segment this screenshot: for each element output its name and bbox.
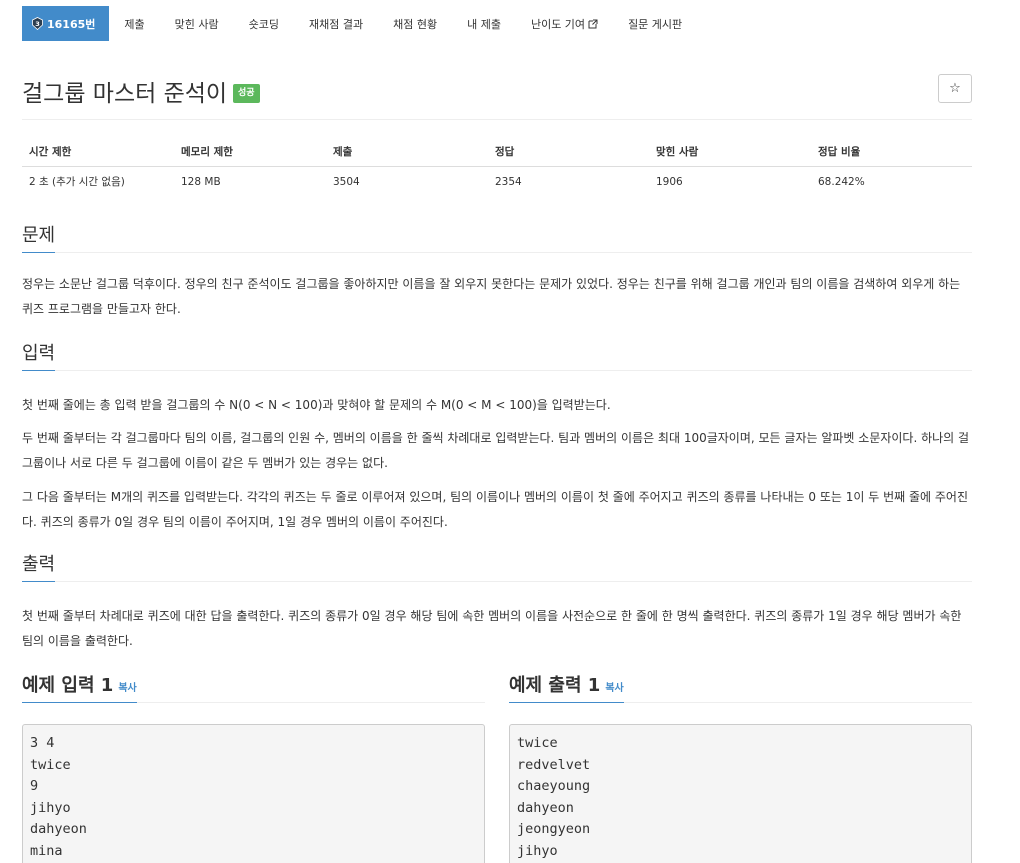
section-heading: 출력 <box>22 550 56 582</box>
cell-ratio: 68.242% <box>818 175 865 188</box>
code-line: jihyo <box>30 799 71 816</box>
cell-accepted: 2354 <box>495 175 522 188</box>
code-line: dahyeon <box>30 821 87 837</box>
sample-output-title: 예제 출력 1 <box>509 675 601 696</box>
copy-sample-input-button[interactable]: 복사 <box>118 683 136 694</box>
nav-item-submit[interactable]: 제출 <box>109 6 159 41</box>
problem-title-row: 걸그룹 마스터 준석이 성공 ☆ <box>22 72 972 120</box>
nav-item-label: 숏코딩 <box>248 17 279 31</box>
code-line: twice <box>30 756 71 773</box>
star-icon: ☆ <box>949 81 961 96</box>
nav-item-label: 제출 <box>124 17 145 31</box>
nav-item-label: 재채점 결과 <box>309 17 364 31</box>
input-paragraph: 그 다음 줄부터는 M개의 퀴즈를 입력받는다. 각각의 퀴즈는 두 줄로 이루… <box>22 490 968 529</box>
nav-item-board[interactable]: 질문 게시판 <box>613 6 697 41</box>
input-paragraph: 두 번째 줄부터는 각 걸그룹마다 팀의 이름, 걸그룹의 인원 수, 멤버의 … <box>22 431 970 470</box>
section-heading: 예제 입력 1 복사 <box>22 671 137 703</box>
sample-input-title: 예제 입력 1 <box>22 675 114 696</box>
nav-item-label: 맞힌 사람 <box>174 17 219 31</box>
cell-submissions: 3504 <box>333 175 360 188</box>
code-line: jeongyeon <box>517 821 591 837</box>
col-accepted: 정답 <box>488 138 649 167</box>
nav-item-label: 16165번 <box>47 17 96 31</box>
section-heading: 입력 <box>22 339 56 371</box>
problem-info-table: 시간 제한 메모리 제한 제출 정답 맞힌 사람 정답 비율 2 초 (추가 시… <box>22 138 972 197</box>
nav-item-solvers[interactable]: 맞힌 사람 <box>160 6 234 41</box>
code-line: 3 4 <box>30 735 55 751</box>
favorite-button[interactable]: ☆ <box>938 74 972 103</box>
table-header-row: 시간 제한 메모리 제한 제출 정답 맞힌 사람 정답 비율 <box>22 138 972 167</box>
code-line: redvelvet <box>517 756 591 773</box>
code-line: twice <box>517 735 558 751</box>
problem-nav: 3 16165번 제출 맞힌 사람 숏코딩 재채점 결과 채점 현황 내 제출 … <box>22 6 697 41</box>
cell-time-limit: 2 초 (추가 시간 없음) <box>29 176 125 189</box>
section-problem-header: 문제 <box>22 223 972 253</box>
output-description: 첫 번째 줄부터 차례대로 퀴즈에 대한 답을 출력한다. 퀴즈의 종류가 0일… <box>22 609 962 648</box>
nav-item-problem[interactable]: 3 16165번 <box>22 6 110 41</box>
code-line: 9 <box>30 778 39 794</box>
sample-input-block: 3 4 twice 9 jihyo dahyeon mina <box>22 724 485 863</box>
table-row: 2 초 (추가 시간 없음) 128 MB 3504 2354 1906 68.… <box>22 166 972 197</box>
external-link-icon <box>588 19 598 29</box>
col-ratio: 정답 비율 <box>811 138 972 167</box>
nav-item-rejudge[interactable]: 재채점 결과 <box>294 6 378 41</box>
code-line: chaeyoung <box>517 778 591 794</box>
nav-item-my-submissions[interactable]: 내 제출 <box>452 6 516 41</box>
sample-output-header: 예제 출력 1 복사 <box>509 672 972 703</box>
nav-item-label: 난이도 기여 <box>530 17 586 31</box>
nav-item-label: 채점 현황 <box>393 17 438 31</box>
svg-text:3: 3 <box>35 20 40 28</box>
cell-solvers: 1906 <box>656 175 683 188</box>
col-time-limit: 시간 제한 <box>22 138 174 167</box>
input-paragraph: 첫 번째 줄에는 총 입력 받을 걸그룹의 수 N(0 < N < 100)과 … <box>22 398 611 412</box>
tier-badge-icon: 3 <box>32 17 43 30</box>
problem-description: 정우는 소문난 걸그룹 덕후이다. 정우의 친구 준석이도 걸그룹을 좋아하지만… <box>22 277 961 316</box>
sample-input-header: 예제 입력 1 복사 <box>22 672 485 703</box>
cell-memory-limit: 128 MB <box>181 175 221 188</box>
page-title: 걸그룹 마스터 준석이 <box>22 81 228 107</box>
col-memory-limit: 메모리 제한 <box>174 138 326 167</box>
sample-output-block: twice redvelvet chaeyoung dahyeon jeongy… <box>509 724 972 863</box>
section-input-header: 입력 <box>22 341 972 371</box>
nav-item-label: 질문 게시판 <box>628 17 683 31</box>
section-output-header: 출력 <box>22 552 972 582</box>
code-line: dahyeon <box>517 799 574 816</box>
code-line: jihyo <box>517 842 558 859</box>
nav-item-status[interactable]: 채점 현황 <box>378 6 452 41</box>
section-heading: 예제 출력 1 복사 <box>509 671 624 703</box>
code-line: mina <box>30 842 63 859</box>
copy-sample-output-button[interactable]: 복사 <box>605 683 623 694</box>
nav-item-difficulty-vote[interactable]: 난이도 기여 <box>516 6 613 41</box>
section-heading: 문제 <box>22 221 56 253</box>
col-solvers: 맞힌 사람 <box>649 138 811 167</box>
nav-item-label: 내 제출 <box>467 17 501 31</box>
nav-item-short-coding[interactable]: 숏코딩 <box>234 6 294 41</box>
status-badge: 성공 <box>233 84 260 103</box>
col-submissions: 제출 <box>326 138 488 167</box>
